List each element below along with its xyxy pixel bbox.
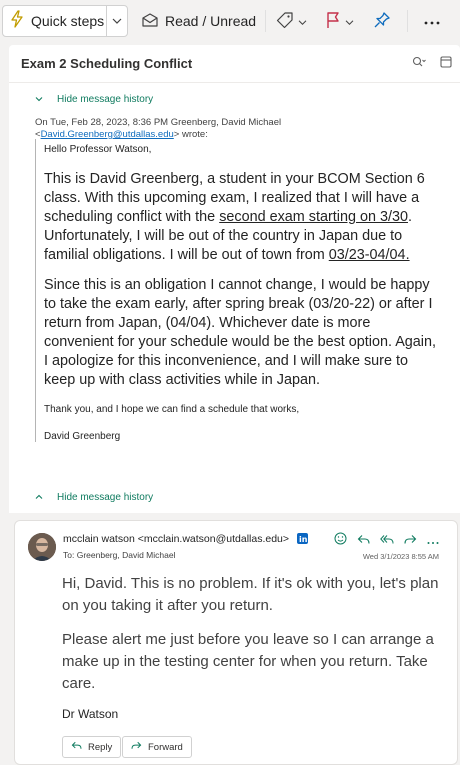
quote-date-line: On Tue, Feb 28, 2023, 8:36 PM Greenberg,… — [35, 117, 282, 128]
forward-button[interactable]: Forward — [122, 736, 192, 758]
tag-icon — [276, 11, 294, 32]
envelope-icon — [141, 12, 159, 31]
quote-paragraph-2: Since this is an obligation I cannot cha… — [44, 277, 437, 388]
toolbar-divider — [265, 10, 266, 32]
categorize-button[interactable] — [276, 5, 307, 37]
open-in-window-icon[interactable] — [440, 55, 452, 73]
svg-text:in: in — [299, 535, 308, 544]
sender-name[interactable]: mcclain watson <mcclain.watson@utdallas.… — [63, 533, 308, 547]
reply-button[interactable]: Reply — [62, 736, 122, 758]
quick-steps-button[interactable]: Quick steps — [3, 6, 108, 36]
quoted-message: Hide message history On Tue, Feb 28, 202… — [9, 83, 460, 513]
zoom-icon[interactable] — [412, 55, 426, 73]
reply-icon[interactable] — [357, 532, 370, 550]
quick-steps-split-button[interactable]: Quick steps — [2, 5, 128, 37]
sender-text: mcclain watson <mcclain.watson@utdallas.… — [63, 533, 290, 545]
quote-closing: Thank you, and I hope we can find a sche… — [44, 404, 300, 415]
read-unread-button[interactable]: Read / Unread — [141, 5, 256, 37]
hide-history-link-top[interactable]: Hide message history — [35, 94, 153, 105]
quote-paragraph-1: This is David Greenberg, a student in yo… — [44, 170, 437, 265]
quote-signature: David Greenberg — [44, 431, 121, 442]
toolbar-divider — [407, 10, 408, 32]
recipient-line: To: Greenberg, David Michael — [63, 550, 175, 560]
quote-greeting: Hello Professor Watson, — [44, 144, 152, 155]
reply-icon — [71, 741, 82, 753]
lightning-icon — [9, 9, 25, 33]
flag-icon — [325, 11, 341, 32]
forward-icon[interactable] — [404, 532, 417, 550]
subject-header: Exam 2 Scheduling Conflict — [9, 45, 460, 83]
quick-steps-label: Quick steps — [31, 13, 105, 29]
message-actions — [334, 532, 439, 550]
exam-date-underlined: second exam starting on 3/30 — [219, 209, 408, 225]
reply-all-icon[interactable] — [380, 532, 394, 550]
forward-label: Forward — [148, 741, 183, 753]
quick-steps-dropdown[interactable] — [107, 6, 127, 36]
reply-label: Reply — [88, 741, 113, 753]
reply-paragraph-2: Please alert me just before you leave so… — [62, 631, 434, 692]
emoji-icon[interactable] — [334, 532, 347, 550]
reply-signature: Dr Watson — [62, 707, 119, 721]
avatar[interactable] — [28, 533, 56, 561]
chevron-up-icon — [35, 492, 43, 503]
message-subject: Exam 2 Scheduling Conflict — [21, 56, 193, 71]
chevron-down-icon — [112, 12, 122, 30]
toolbar: Quick steps Read / Unread — [0, 0, 460, 42]
hide-history-label: Hide message history — [57, 492, 154, 503]
forward-icon — [131, 741, 142, 753]
linkedin-icon[interactable]: in — [296, 533, 308, 547]
chevron-down-icon — [35, 94, 43, 105]
travel-dates-underlined: 03/23-04/04. — [328, 247, 410, 263]
hide-history-link-bottom[interactable]: Hide message history — [35, 492, 153, 503]
more-icon[interactable] — [427, 532, 439, 550]
recipient-name[interactable]: Greenberg, David Michael — [77, 550, 176, 560]
chevron-down-icon — [345, 13, 354, 29]
more-icon — [424, 13, 440, 29]
flag-button[interactable] — [325, 5, 354, 37]
quote-body: Hello Professor Watson, This is David Gr… — [35, 139, 437, 442]
to-label: To: — [63, 550, 75, 560]
pin-icon — [373, 11, 391, 32]
left-strip — [0, 42, 9, 765]
more-options-button[interactable] — [424, 5, 440, 37]
chevron-down-icon — [298, 13, 307, 29]
reply-body: Hi, David. This is no problem. If it's o… — [62, 573, 442, 721]
reply-paragraph-1: Hi, David. This is no problem. If it's o… — [62, 575, 439, 614]
message-date: Wed 3/1/2023 8:55 AM — [362, 552, 439, 561]
read-unread-label: Read / Unread — [165, 13, 257, 29]
quote-header: On Tue, Feb 28, 2023, 8:36 PM Greenberg,… — [35, 117, 435, 141]
hide-history-label: Hide message history — [57, 94, 154, 105]
reply-message-card: mcclain watson <mcclain.watson@utdallas.… — [14, 520, 458, 765]
pin-button[interactable] — [373, 5, 391, 37]
